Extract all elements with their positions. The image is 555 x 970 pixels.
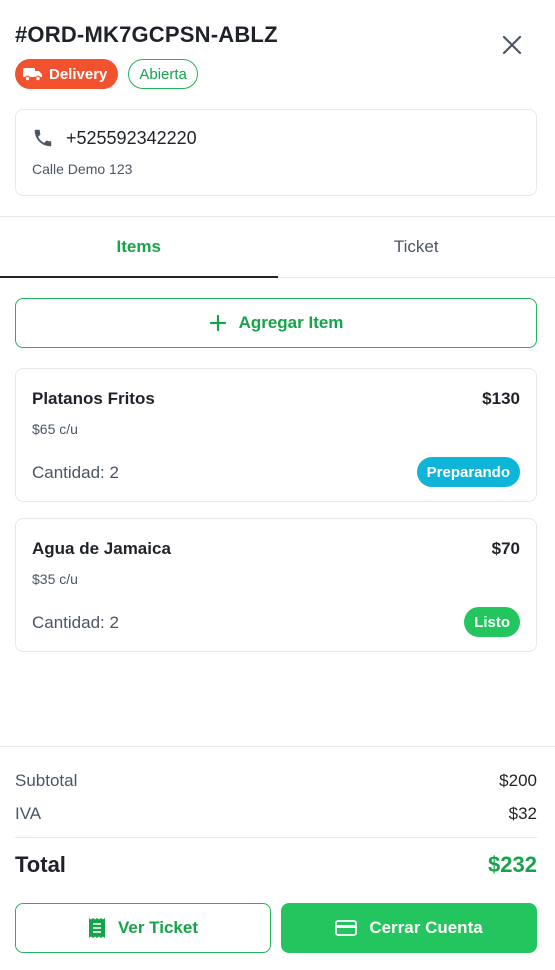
address-text: Calle Demo 123 (32, 161, 133, 177)
delivery-badge-label: Delivery (49, 65, 108, 83)
item-name: Platanos Fritos (32, 389, 155, 408)
order-header: #ORD-MK7GCPSN-ABLZ Delivery Abierta +525… (0, 0, 555, 217)
order-item-card[interactable]: Agua de Jamaica $70 $35 c/u Cantidad: 2 … (15, 518, 537, 652)
tax-label: IVA (15, 804, 42, 823)
plus-icon (209, 314, 226, 332)
view-ticket-label: Ver Ticket (117, 918, 199, 937)
item-total: $130 (482, 389, 520, 408)
subtotal-row: Subtotal $200 (15, 771, 537, 791)
delivery-badge: Delivery (15, 59, 119, 89)
tab-bar: Items Ticket (0, 217, 555, 278)
phone-number: +525592342220 (66, 127, 197, 148)
close-button[interactable] (497, 30, 527, 60)
phone-row: +525592342220 (32, 127, 197, 149)
receipt-icon (88, 918, 105, 938)
tab-items[interactable]: Items (0, 217, 278, 278)
contact-card: +525592342220 Calle Demo 123 (15, 109, 537, 196)
truck-icon (23, 68, 42, 82)
add-item-button[interactable]: Agregar Item (15, 298, 537, 348)
close-account-label: Cerrar Cuenta (369, 918, 483, 937)
order-status-badge: Abierta (128, 59, 198, 89)
item-quantity: Cantidad: 2 (32, 463, 119, 482)
item-unit-price: $35 c/u (32, 571, 78, 587)
item-unit-price: $65 c/u (32, 421, 78, 437)
subtotal-label: Subtotal (15, 771, 78, 790)
order-item-card[interactable]: Platanos Fritos $130 $65 c/u Cantidad: 2… (15, 368, 537, 502)
add-item-label: Agregar Item (238, 313, 344, 332)
total-row: Total $232 (15, 852, 537, 878)
item-total: $70 (491, 539, 520, 558)
subtotal-value: $200 (499, 771, 537, 790)
view-ticket-button[interactable]: Ver Ticket (15, 903, 271, 953)
item-status-badge: Listo (464, 607, 520, 637)
order-id-title: #ORD-MK7GCPSN-ABLZ (15, 22, 278, 47)
phone-icon (34, 129, 52, 147)
summary-divider (0, 746, 555, 747)
item-quantity: Cantidad: 2 (32, 613, 119, 632)
credit-card-icon (335, 920, 358, 936)
item-status-badge: Preparando (416, 457, 520, 487)
total-label: Total (15, 852, 66, 877)
tax-value: $32 (508, 804, 537, 823)
close-icon (502, 35, 522, 55)
tax-row: IVA $32 (15, 804, 537, 824)
tab-ticket[interactable]: Ticket (278, 217, 555, 277)
order-badges: Delivery Abierta (15, 59, 198, 89)
item-name: Agua de Jamaica (32, 539, 171, 558)
total-divider (15, 837, 537, 838)
close-account-button[interactable]: Cerrar Cuenta (281, 903, 537, 953)
total-value: $232 (488, 852, 537, 877)
